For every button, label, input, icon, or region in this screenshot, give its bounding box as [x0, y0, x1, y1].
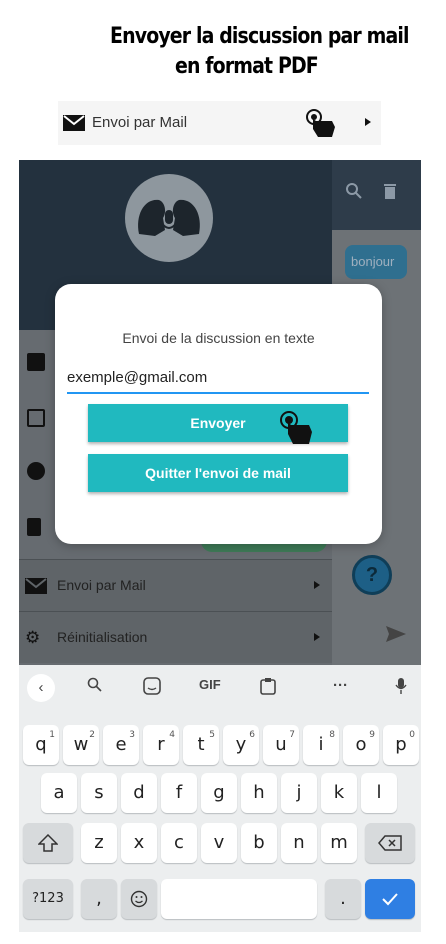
- key-a[interactable]: a: [41, 773, 77, 813]
- drawer-item-reset[interactable]: ⚙ Réinitialisation: [19, 611, 332, 663]
- arrow-right-icon: [314, 633, 320, 641]
- keyboard-row-2: a s d f g h j k l: [19, 773, 421, 813]
- emoji-icon: [130, 890, 148, 908]
- help-glyph: ?: [365, 564, 379, 586]
- key-h[interactable]: h: [241, 773, 277, 813]
- tap-hand-icon: [280, 411, 312, 444]
- key-b[interactable]: b: [241, 823, 277, 863]
- search-icon[interactable]: [87, 677, 103, 693]
- email-dialog: Envoi de la discussion en texte Envoyer …: [55, 284, 382, 544]
- key-l[interactable]: l: [361, 773, 397, 813]
- quit-mail-button[interactable]: Quitter l'envoi de mail: [88, 454, 348, 492]
- key-o[interactable]: o9: [343, 725, 379, 765]
- drawer-item-mail[interactable]: Envoi par Mail: [19, 559, 332, 611]
- keyboard-row-4: ?123 , .: [19, 879, 421, 919]
- gear-icon: ⚙: [25, 628, 41, 647]
- keyboard-row-3: z x c v b n m: [19, 823, 421, 863]
- key-q[interactable]: q1: [23, 725, 59, 765]
- tap-hand-icon: [306, 109, 335, 137]
- key-f[interactable]: f: [161, 773, 197, 813]
- menu-item-preview[interactable]: Envoi par Mail: [58, 101, 381, 145]
- message-bubble: bonjour: [345, 245, 407, 279]
- palette-icon[interactable]: [27, 462, 45, 480]
- key-s[interactable]: s: [81, 773, 117, 813]
- comma-key[interactable]: ,: [81, 879, 117, 919]
- drawer-item-label: Envoi par Mail: [57, 577, 146, 593]
- menu-item-label: Envoi par Mail: [92, 114, 188, 131]
- key-m[interactable]: m: [321, 823, 357, 863]
- key-w[interactable]: w2: [63, 725, 99, 765]
- done-key[interactable]: [365, 879, 415, 919]
- emoji-key[interactable]: [121, 879, 157, 919]
- dialog-title: Envoi de la discussion en texte: [122, 330, 315, 346]
- drawer-item-label: Réinitialisation: [57, 629, 148, 645]
- chevron-left-icon[interactable]: ‹: [27, 674, 55, 702]
- keyboard: ‹ GIF ··· q1 w2 e3 r4 t5 y6 u7 i8 o9 p0: [19, 665, 421, 932]
- arrow-right-icon: [314, 581, 320, 589]
- headline-line-2: en format PDF: [174, 54, 319, 79]
- space-key[interactable]: [161, 879, 317, 919]
- gif-button[interactable]: GIF: [199, 677, 221, 692]
- help-icon[interactable]: ?: [352, 555, 392, 595]
- mode-key[interactable]: ?123: [23, 879, 73, 919]
- copy-icon[interactable]: [27, 353, 45, 371]
- key-e[interactable]: e3: [103, 725, 139, 765]
- keyboard-row-1: q1 w2 e3 r4 t5 y6 u7 i8 o9 p0: [19, 725, 421, 765]
- key-t[interactable]: t5: [183, 725, 219, 765]
- key-j[interactable]: j: [281, 773, 317, 813]
- headline: Envoyer la discussion par mail en format…: [37, 22, 421, 82]
- email-input[interactable]: [67, 362, 369, 394]
- key-i[interactable]: i8: [303, 725, 339, 765]
- checkmark-icon: [382, 893, 398, 906]
- key-y[interactable]: y6: [223, 725, 259, 765]
- clipboard-icon[interactable]: [260, 677, 276, 695]
- app-logo: [125, 174, 213, 262]
- window-icon[interactable]: [27, 409, 45, 427]
- key-c[interactable]: c: [161, 823, 197, 863]
- shift-key[interactable]: [23, 823, 73, 863]
- key-v[interactable]: v: [201, 823, 237, 863]
- arrow-right-icon: [365, 118, 371, 126]
- period-key[interactable]: .: [325, 879, 361, 919]
- mail-icon: [63, 115, 85, 131]
- trash-icon[interactable]: [27, 518, 41, 536]
- key-z[interactable]: z: [81, 823, 117, 863]
- sticker-icon[interactable]: [143, 677, 161, 695]
- key-u[interactable]: u7: [263, 725, 299, 765]
- shift-icon: [37, 833, 59, 852]
- chat-header-icons: [345, 182, 399, 205]
- key-k[interactable]: k: [321, 773, 357, 813]
- mail-icon: [25, 578, 47, 594]
- microphone-icon[interactable]: [395, 677, 407, 695]
- key-x[interactable]: x: [121, 823, 157, 863]
- phone-screen: bonjour ? Envoi par Mail ⚙ Réinitialisat…: [19, 160, 421, 932]
- key-n[interactable]: n: [281, 823, 317, 863]
- backspace-icon: [378, 835, 402, 851]
- search-icon[interactable]: [345, 182, 363, 200]
- more-options-icon[interactable]: ···: [333, 677, 348, 694]
- delete-icon[interactable]: [381, 182, 399, 200]
- headline-line-1: Envoyer la discussion par mail: [110, 24, 409, 49]
- key-p[interactable]: p0: [383, 725, 419, 765]
- key-d[interactable]: d: [121, 773, 157, 813]
- send-icon[interactable]: [385, 625, 407, 643]
- backspace-key[interactable]: [365, 823, 415, 863]
- keyboard-toolbar: ‹ GIF ···: [19, 665, 421, 709]
- key-g[interactable]: g: [201, 773, 237, 813]
- tutorial-page: Envoyer la discussion par mail en format…: [0, 0, 446, 944]
- key-r[interactable]: r4: [143, 725, 179, 765]
